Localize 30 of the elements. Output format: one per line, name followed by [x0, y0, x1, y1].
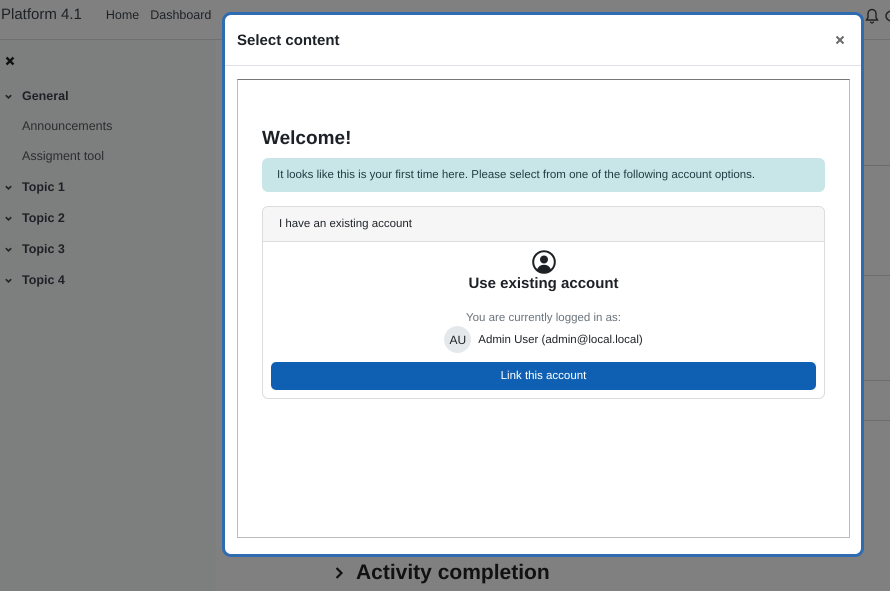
chevron-icon[interactable] — [4, 92, 13, 100]
user-name: Admin User (admin@local.local) — [478, 334, 643, 346]
nav-link[interactable]: Home — [106, 6, 140, 22]
chevron-icon[interactable] — [4, 214, 13, 222]
link-account-button[interactable]: Link this account — [271, 362, 816, 390]
chevron-icon[interactable] — [4, 276, 13, 284]
site-brand[interactable]: Platform 4.1 — [1, 6, 82, 23]
section-toggle[interactable]: Topic 1 — [4, 179, 216, 195]
section-heading: Activity completion — [356, 561, 550, 585]
nav-link[interactable]: Dashboard — [150, 6, 212, 22]
sidebar-item[interactable]: Announcements — [22, 119, 216, 133]
section-toggle[interactable]: Topic 3 — [4, 241, 216, 257]
chevron-icon[interactable] — [4, 244, 13, 254]
user-icon — [532, 250, 556, 274]
user-avatar: AU — [444, 326, 472, 353]
dialog-title: Select content — [237, 32, 340, 48]
section-toggle[interactable]: Topic 2 — [4, 210, 216, 226]
section-toggle[interactable]: Topic 4 — [4, 272, 216, 288]
section-toggle[interactable]: General — [4, 88, 216, 104]
bell-icon[interactable] — [865, 8, 879, 24]
close-icon[interactable] — [5, 56, 15, 66]
card-header: I have an existing account — [263, 207, 824, 242]
logged-in-label: You are currently logged in as: — [466, 312, 621, 324]
card-title: Use existing account — [468, 275, 619, 292]
chevron-right-icon[interactable] — [334, 566, 344, 580]
info-alert: It looks like this is your first time here. Please select from one of the following account options. — [262, 158, 825, 192]
close-icon — [835, 35, 845, 45]
welcome-heading: Welcome! — [262, 128, 352, 150]
sidebar-item[interactable]: Assigment tool — [22, 149, 216, 163]
chevron-icon[interactable] — [4, 182, 13, 192]
